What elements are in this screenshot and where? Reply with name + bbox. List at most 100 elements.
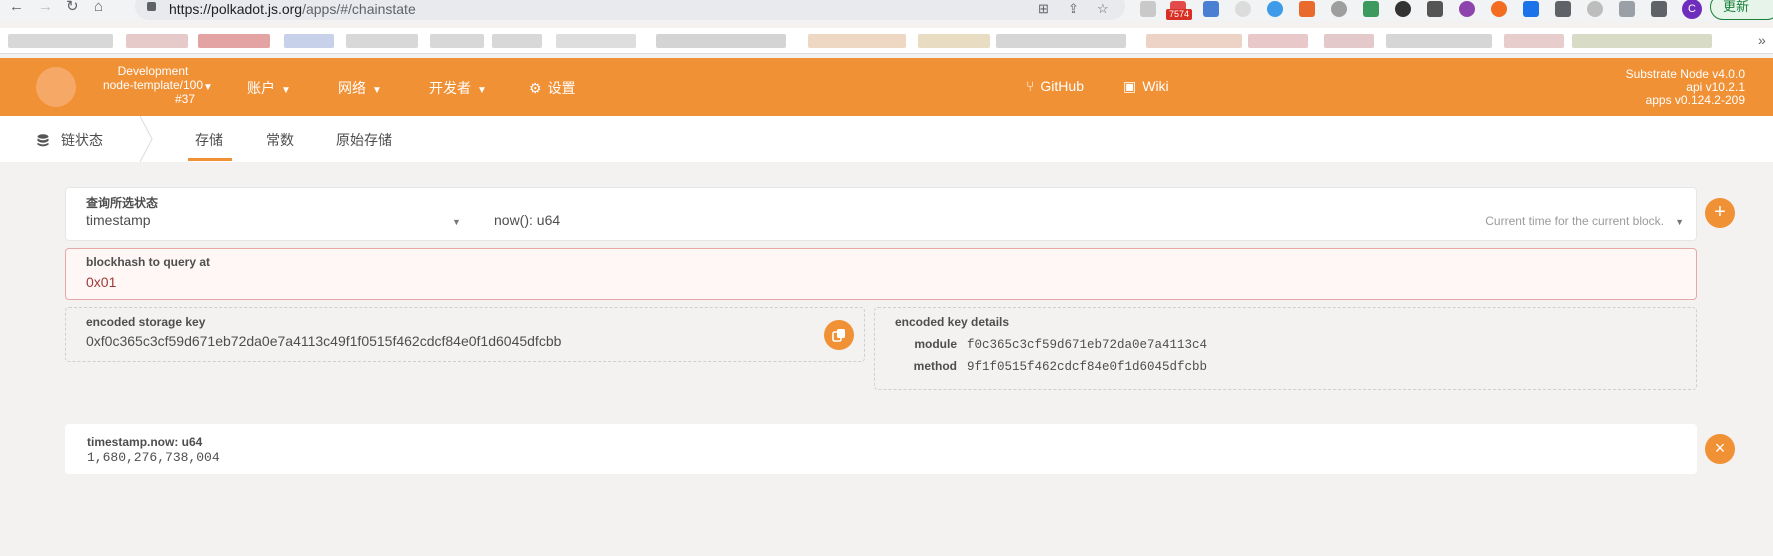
section-title: 链状态: [37, 130, 103, 150]
purple-extension-icon[interactable]: [1459, 1, 1475, 17]
forward-icon[interactable]: →: [38, 0, 53, 16]
menu-accounts[interactable]: 账户 ▼: [247, 78, 291, 98]
menu-accounts-label: 账户: [247, 80, 275, 96]
github-link[interactable]: ⑂ GitHub: [1026, 78, 1084, 94]
back-icon[interactable]: ←: [9, 0, 24, 16]
chevron-down-icon: ▼: [452, 217, 461, 227]
bookmark-item[interactable]: [430, 34, 484, 48]
url-path: /apps/#/chainstate: [302, 1, 416, 17]
tree-extension-icon[interactable]: [1299, 1, 1315, 17]
reload-icon[interactable]: ↻: [66, 0, 79, 16]
result-value: 1,680,276,738,004: [87, 450, 220, 465]
address-bar[interactable]: https://polkadot.js.org/apps/#/chainstat…: [135, 0, 1125, 20]
bookmark-star-icon[interactable]: ☆: [1097, 1, 1109, 17]
storage-key-value: 0xf0c365c3cf59d671eb72da0e7a4113c49f1f05…: [86, 333, 562, 349]
update-button[interactable]: 更新: [1710, 0, 1773, 20]
code-extension-icon[interactable]: [1235, 1, 1251, 17]
module-detail-row: module f0c365c3cf59d671eb72da0e7a4113c4: [885, 337, 1207, 352]
bookmark-item[interactable]: [284, 34, 334, 48]
profile-avatar[interactable]: C: [1682, 0, 1702, 19]
mail-badge: 7574: [1166, 9, 1193, 20]
bookmark-item[interactable]: [492, 34, 542, 48]
storage-key-label: encoded storage key: [86, 315, 206, 329]
bookmark-item[interactable]: [198, 34, 270, 48]
method-detail-label: method: [913, 359, 957, 373]
qr-extension-icon[interactable]: [1140, 1, 1156, 17]
sync-extension-icon[interactable]: [1587, 1, 1603, 17]
chain-block: #37: [174, 92, 196, 106]
blockhash-label: blockhash to query at: [86, 255, 211, 269]
scissors-extension-icon[interactable]: [1427, 1, 1443, 17]
remove-result-button[interactable]: ×: [1705, 434, 1735, 464]
tab-storage[interactable]: 存储: [195, 130, 223, 150]
module-select[interactable]: timestamp: [86, 212, 151, 228]
copy-button[interactable]: [824, 320, 854, 350]
bookmark-item[interactable]: [1146, 34, 1242, 48]
chevron-down-icon: ▼: [372, 85, 382, 96]
bookmark-item[interactable]: [1386, 34, 1492, 48]
wiki-link[interactable]: ▣ Wiki: [1123, 78, 1169, 95]
chain-runtime: node-template/100: [102, 78, 204, 92]
share-icon[interactable]: ⇪: [1068, 1, 1079, 17]
cogs-icon: ⚙: [529, 80, 542, 96]
query-panel: 查询所选状态 timestamp ▼ now(): u64 Current ti…: [65, 187, 1697, 241]
wiki-label: Wiki: [1142, 78, 1169, 94]
reading-list-icon[interactable]: [1619, 1, 1635, 17]
bookmark-item[interactable]: [346, 34, 418, 48]
bookmark-item[interactable]: [996, 34, 1126, 48]
bookmark-item[interactable]: [1248, 34, 1308, 48]
bird-extension-icon[interactable]: [1267, 1, 1283, 17]
copy-icon: [832, 329, 845, 342]
orange-extension-icon[interactable]: [1491, 1, 1507, 17]
add-query-button[interactable]: +: [1705, 198, 1735, 228]
key-details-label: encoded key details: [895, 315, 1010, 329]
apps-version: apps v0.124.2-209: [1645, 93, 1745, 107]
menu-developer[interactable]: 开发者 ▼: [429, 78, 487, 98]
circle-extension-icon[interactable]: [1331, 1, 1347, 17]
module-detail-value: f0c365c3cf59d671eb72da0e7a4113c4: [967, 338, 1208, 352]
menu-network[interactable]: 网络 ▼: [338, 78, 382, 98]
chain-name: Development: [117, 64, 189, 78]
menu-developer-label: 开发者: [429, 80, 471, 96]
tab-constants[interactable]: 常数: [266, 130, 294, 150]
puzzle-extension-icon[interactable]: [1555, 1, 1571, 17]
active-tab-indicator: [188, 158, 232, 161]
bookmark-item[interactable]: [8, 34, 113, 48]
translate-icon[interactable]: ⊞: [1038, 1, 1049, 17]
chevron-down-icon: ▼: [1675, 217, 1684, 227]
bookmark-item[interactable]: [556, 34, 636, 48]
section-title-label: 链状态: [61, 132, 103, 148]
chevron-down-icon: ▼: [203, 82, 213, 93]
chart-extension-icon[interactable]: [1203, 1, 1219, 17]
tab-raw-storage[interactable]: 原始存储: [336, 130, 392, 150]
lock-icon: [147, 2, 156, 11]
bookmark-item[interactable]: [1504, 34, 1564, 48]
leaf-extension-icon[interactable]: [1363, 1, 1379, 17]
chain-selector[interactable]: Development node-template/100 #37: [88, 64, 218, 106]
bookmark-item[interactable]: [918, 34, 990, 48]
github-label: GitHub: [1040, 78, 1084, 94]
blockhash-field[interactable]: blockhash to query at 0x01: [65, 248, 1697, 300]
method-detail-row: method 9f1f0515f462cdcf84e0f1d6045dfcbb: [885, 359, 1207, 374]
translate-extension-icon[interactable]: [1523, 1, 1539, 17]
blockhash-input[interactable]: 0x01: [86, 274, 116, 290]
bookmark-item[interactable]: [1572, 34, 1712, 48]
bookmark-item[interactable]: [1324, 34, 1374, 48]
app-header: Development node-template/100 #37 ▼ 账户 ▼ …: [0, 58, 1773, 116]
menu-settings[interactable]: ⚙ 设置: [529, 78, 576, 98]
breadcrumb-divider: [140, 116, 153, 162]
bookmarks-more-icon[interactable]: »: [1758, 32, 1766, 48]
bookmark-item[interactable]: [808, 34, 906, 48]
sidepanel-icon[interactable]: [1651, 1, 1667, 17]
method-detail-value: 9f1f0515f462cdcf84e0f1d6045dfcbb: [967, 360, 1208, 374]
encoded-key-details: encoded key details module f0c365c3cf59d6…: [874, 307, 1697, 390]
home-icon[interactable]: ⌂: [94, 0, 103, 16]
book-icon: ▣: [1123, 78, 1137, 94]
bookmark-item[interactable]: [656, 34, 786, 48]
method-select[interactable]: now(): u64: [494, 212, 560, 228]
result-label: timestamp.now: u64: [87, 435, 203, 449]
bookmarks-bar: »: [0, 28, 1773, 54]
branch-icon: ⑂: [1026, 78, 1035, 94]
elephant-extension-icon[interactable]: [1395, 1, 1411, 17]
bookmark-item[interactable]: [126, 34, 188, 48]
